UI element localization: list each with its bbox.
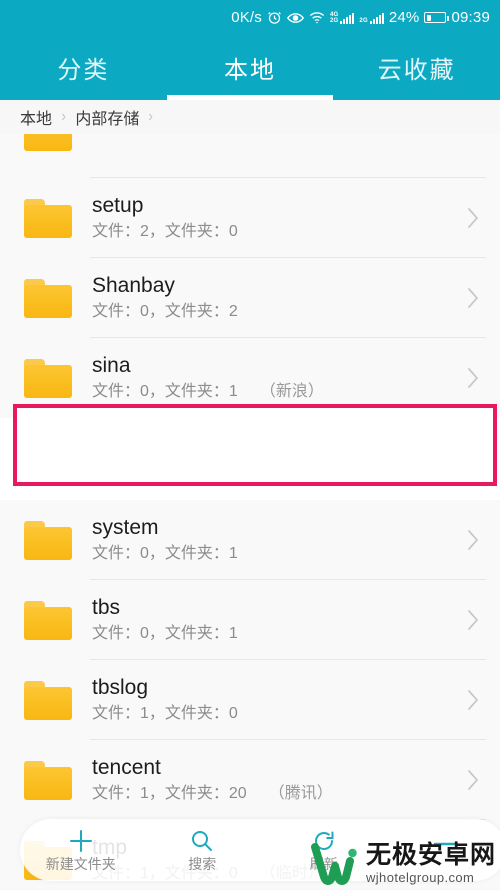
new-folder-label: 新建文件夹: [46, 856, 116, 872]
chevron-right-icon: [462, 448, 484, 470]
chevron-right-icon: ›: [149, 108, 154, 126]
folder-icon: [24, 761, 72, 800]
signal-2g-icon: 2G: [359, 12, 383, 24]
new-folder-button[interactable]: 新建文件夹: [20, 828, 142, 872]
folder-icon: [24, 681, 72, 720]
list-item[interactable]: setup 文件：2，文件夹：0: [0, 178, 500, 258]
folder-icon: [24, 359, 72, 398]
battery-icon: [424, 12, 446, 23]
list-item-note: （新浪）: [260, 382, 324, 402]
list-item-name: sina: [92, 354, 454, 378]
list-item-note: （音频）: [260, 463, 324, 483]
chevron-right-icon: ›: [61, 108, 66, 126]
clock-text: 09:39: [451, 10, 490, 25]
folder-icon: [24, 601, 72, 640]
breadcrumb: 本地 › 内部存储 ›: [0, 100, 500, 134]
list-item-name: Sounds: [92, 435, 454, 459]
list-item-name: system: [92, 516, 454, 540]
list-item-name: tencent: [92, 756, 454, 780]
folder-icon: [24, 440, 72, 479]
folder-icon: [24, 521, 72, 560]
chevron-right-icon: [462, 609, 484, 631]
tab-bar: 分类 本地 云收藏: [0, 35, 500, 100]
signal-4g-bottom-label: 2G: [330, 18, 338, 24]
breadcrumb-item-internal-storage[interactable]: 内部存储: [75, 105, 139, 129]
chevron-right-icon: [462, 769, 484, 791]
file-list[interactable]: 文件：0，文件夹：0 （铃声） setup 文件：2，文件夹：0 Shanbay…: [0, 134, 500, 889]
brand-logo-icon: [311, 841, 359, 885]
list-item-counts: 文件：2，文件夹：0: [92, 222, 238, 242]
chevron-right-icon: [462, 367, 484, 389]
list-item-counts: 文件：0，文件夹：1: [92, 544, 238, 564]
tab-local-label: 本地: [224, 50, 276, 85]
chevron-right-icon: [462, 529, 484, 551]
list-item-counts: 文件：0，文件夹：1: [92, 382, 238, 402]
wifi-icon: [309, 11, 325, 24]
list-item[interactable]: Shanbay 文件：0，文件夹：2: [0, 258, 500, 338]
list-item[interactable]: sina 文件：0，文件夹：1 （新浪）: [0, 338, 500, 418]
search-icon: [190, 828, 214, 854]
search-button[interactable]: 搜索: [142, 828, 264, 872]
folder-icon: [24, 199, 72, 238]
alarm-icon: [267, 10, 282, 25]
list-item[interactable]: system 文件：0，文件夹：1: [0, 500, 500, 580]
watermark-url-text: wjhotelgroup.com: [366, 871, 496, 884]
list-item[interactable]: tbslog 文件：1，文件夹：0: [0, 660, 500, 740]
tab-category-label: 分类: [57, 50, 109, 85]
eye-icon: [287, 11, 304, 25]
tab-local[interactable]: 本地: [167, 35, 334, 100]
status-bar: 0K/s 4G 2G 2G 24% 09:39: [0, 0, 500, 35]
signal-4g-icon: 4G 2G: [330, 12, 354, 24]
battery-percent-text: 24%: [389, 10, 420, 25]
list-item-note: （腾讯）: [269, 784, 333, 804]
list-item[interactable]: tencent 文件：1，文件夹：20 （腾讯）: [0, 740, 500, 820]
signal-2g-label: 2G: [359, 18, 367, 24]
list-item[interactable]: 文件：0，文件夹：0 （铃声）: [0, 134, 500, 178]
list-item-counts: 文件：0，文件夹：1: [92, 624, 238, 644]
list-item-counts: 文件：5，文件夹：1: [92, 463, 238, 483]
plus-icon: [68, 828, 94, 854]
chevron-right-icon: [462, 287, 484, 309]
folder-icon: [24, 279, 72, 318]
list-item-name: Shanbay: [92, 274, 454, 298]
breadcrumb-item-local[interactable]: 本地: [20, 105, 52, 129]
list-item-counts: 文件：1，文件夹：20: [92, 784, 247, 804]
list-item-counts: 文件：0，文件夹：2: [92, 302, 238, 322]
folder-icon: [24, 134, 72, 151]
list-item-counts: 文件：1，文件夹：0: [92, 704, 238, 724]
tab-cloud-favorites-label: 云收藏: [378, 50, 456, 85]
list-item-sounds[interactable]: Sounds 文件：5，文件夹：1 （音频）: [0, 418, 500, 500]
list-item-counts: 文件：0，文件夹：0: [92, 134, 238, 136]
tab-category[interactable]: 分类: [0, 35, 167, 100]
watermark: 无极安卓网 wjhotelgroup.com: [311, 841, 496, 885]
list-item-name: tbslog: [92, 676, 454, 700]
list-item-name: tbs: [92, 596, 454, 620]
list-item[interactable]: tbs 文件：0，文件夹：1: [0, 580, 500, 660]
chevron-right-icon: [462, 134, 484, 156]
watermark-brand-text: 无极安卓网: [366, 843, 496, 868]
list-item-note: （铃声）: [260, 134, 324, 136]
list-item-name: setup: [92, 194, 454, 218]
chevron-right-icon: [462, 689, 484, 711]
network-speed-text: 0K/s: [231, 10, 262, 25]
chevron-right-icon: [462, 207, 484, 229]
tab-cloud-favorites[interactable]: 云收藏: [333, 35, 500, 100]
search-label: 搜索: [188, 856, 216, 872]
